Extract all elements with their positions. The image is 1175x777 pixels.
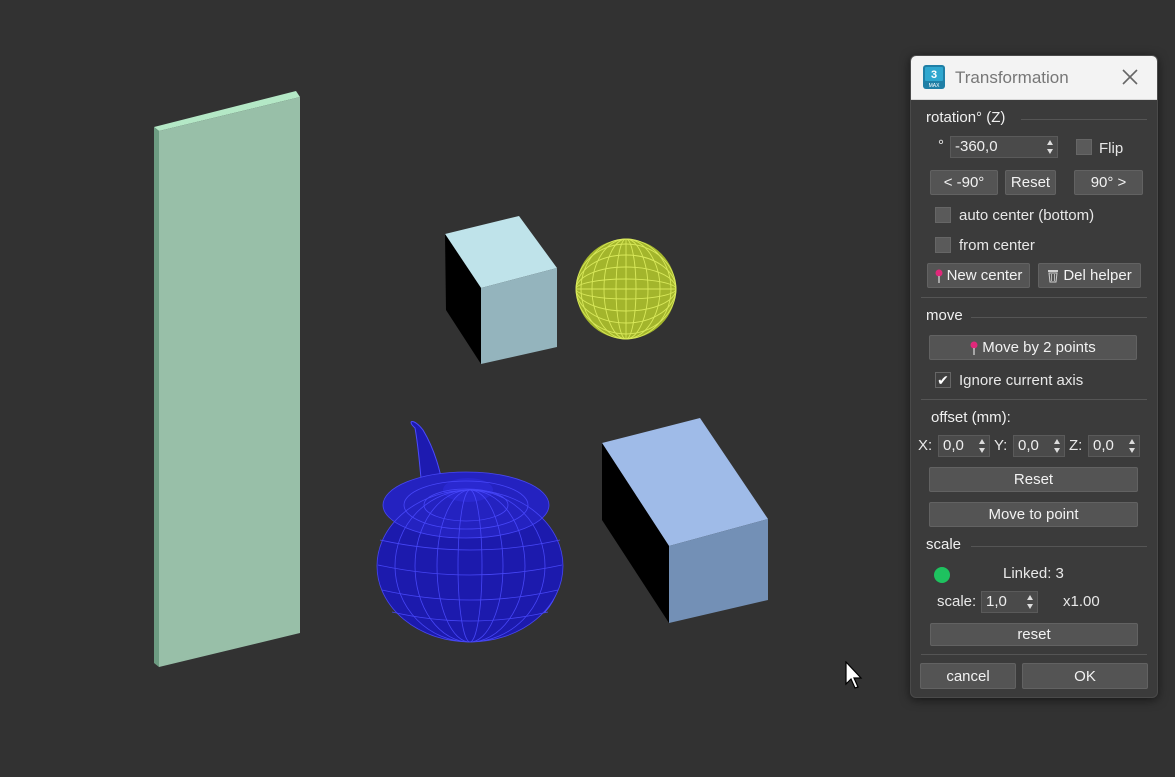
large-box-object[interactable] — [602, 418, 768, 623]
scale-value: 1,0 — [986, 593, 1007, 610]
spinner-arrows-icon[interactable] — [1128, 438, 1136, 454]
offset-x-label: X: — [918, 437, 933, 454]
close-icon[interactable] — [1117, 64, 1143, 90]
rotate-minus-90-button[interactable]: < -90° — [930, 170, 998, 195]
transformation-dialog: 3 MAX Transformation rotation° (Z) ° -36… — [910, 55, 1158, 698]
offset-x-value: 0,0 — [943, 437, 964, 454]
ignore-axis-label: Ignore current axis — [959, 372, 1084, 389]
spinner-arrows-icon[interactable] — [1046, 139, 1054, 155]
move-to-point-button[interactable]: Move to point — [929, 502, 1138, 527]
degree-symbol: ° — [938, 137, 944, 154]
divider — [971, 317, 1147, 318]
svg-text:3: 3 — [931, 69, 937, 81]
spinner-arrows-icon[interactable] — [1026, 594, 1034, 610]
new-center-label: New center — [946, 267, 1023, 284]
rotation-angle-value: -360,0 — [955, 138, 998, 155]
teapot-object[interactable] — [376, 421, 564, 643]
del-helper-button[interactable]: Del helper — [1038, 263, 1141, 288]
offset-y-label: Y: — [994, 437, 1008, 454]
3ds-max-icon: 3 MAX — [923, 65, 945, 89]
offset-z-spinner[interactable]: 0,0 — [1088, 435, 1140, 457]
del-helper-label: Del helper — [1063, 267, 1132, 284]
rotate-plus-90-button[interactable]: 90° > — [1074, 170, 1143, 195]
linked-status-icon — [934, 567, 950, 583]
offset-reset-button[interactable]: Reset — [929, 467, 1138, 492]
scale-label: scale: — [937, 593, 977, 610]
mouse-cursor-icon — [845, 661, 863, 689]
auto-center-checkbox[interactable] — [935, 207, 951, 223]
small-box-object[interactable] — [445, 216, 557, 364]
pin-icon — [970, 341, 978, 355]
divider — [1021, 119, 1147, 120]
from-center-label: from center — [959, 237, 1035, 254]
spinner-arrows-icon[interactable] — [1053, 438, 1061, 454]
rotation-angle-spinner[interactable]: -360,0 — [950, 136, 1058, 158]
sphere-object[interactable] — [575, 238, 677, 340]
spinner-arrows-icon[interactable] — [978, 438, 986, 454]
plane-object[interactable] — [154, 91, 300, 667]
offset-z-label: Z: — [1069, 437, 1083, 454]
scale-reset-button[interactable]: reset — [930, 623, 1138, 646]
divider — [921, 654, 1147, 655]
move-by-2-points-label: Move by 2 points — [982, 339, 1096, 356]
linked-count-label: Linked: 3 — [1003, 565, 1064, 582]
divider — [971, 546, 1147, 547]
divider — [921, 399, 1147, 400]
ignore-axis-checkbox[interactable]: ✔ — [935, 372, 951, 388]
svg-text:MAX: MAX — [929, 83, 941, 89]
move-by-2-points-button[interactable]: Move by 2 points — [929, 335, 1137, 360]
scale-spinner[interactable]: 1,0 — [981, 591, 1038, 613]
scale-section-label: scale — [926, 536, 962, 553]
divider — [921, 297, 1147, 298]
offset-y-value: 0,0 — [1018, 437, 1039, 454]
auto-center-label: auto center (bottom) — [959, 207, 1095, 224]
ok-button[interactable]: OK — [1022, 663, 1148, 689]
rotation-section-label: rotation° (Z) — [926, 109, 1006, 126]
dialog-titlebar[interactable]: 3 MAX Transformation — [911, 56, 1157, 100]
move-section-label: move — [926, 307, 963, 324]
from-center-checkbox[interactable] — [935, 237, 951, 253]
offset-x-spinner[interactable]: 0,0 — [938, 435, 990, 457]
trash-icon — [1048, 269, 1059, 282]
rotation-reset-button[interactable]: Reset — [1005, 170, 1056, 195]
scale-multiplier: x1.00 — [1063, 593, 1100, 610]
offset-y-spinner[interactable]: 0,0 — [1013, 435, 1065, 457]
cancel-button[interactable]: cancel — [920, 663, 1016, 689]
flip-label: Flip — [1099, 140, 1124, 157]
offset-z-value: 0,0 — [1093, 437, 1114, 454]
offset-section-label: offset (mm): — [931, 409, 1011, 426]
dialog-title: Transformation — [955, 68, 1069, 87]
pin-icon — [935, 269, 943, 283]
new-center-button[interactable]: New center — [927, 263, 1030, 288]
flip-checkbox[interactable] — [1076, 139, 1092, 155]
